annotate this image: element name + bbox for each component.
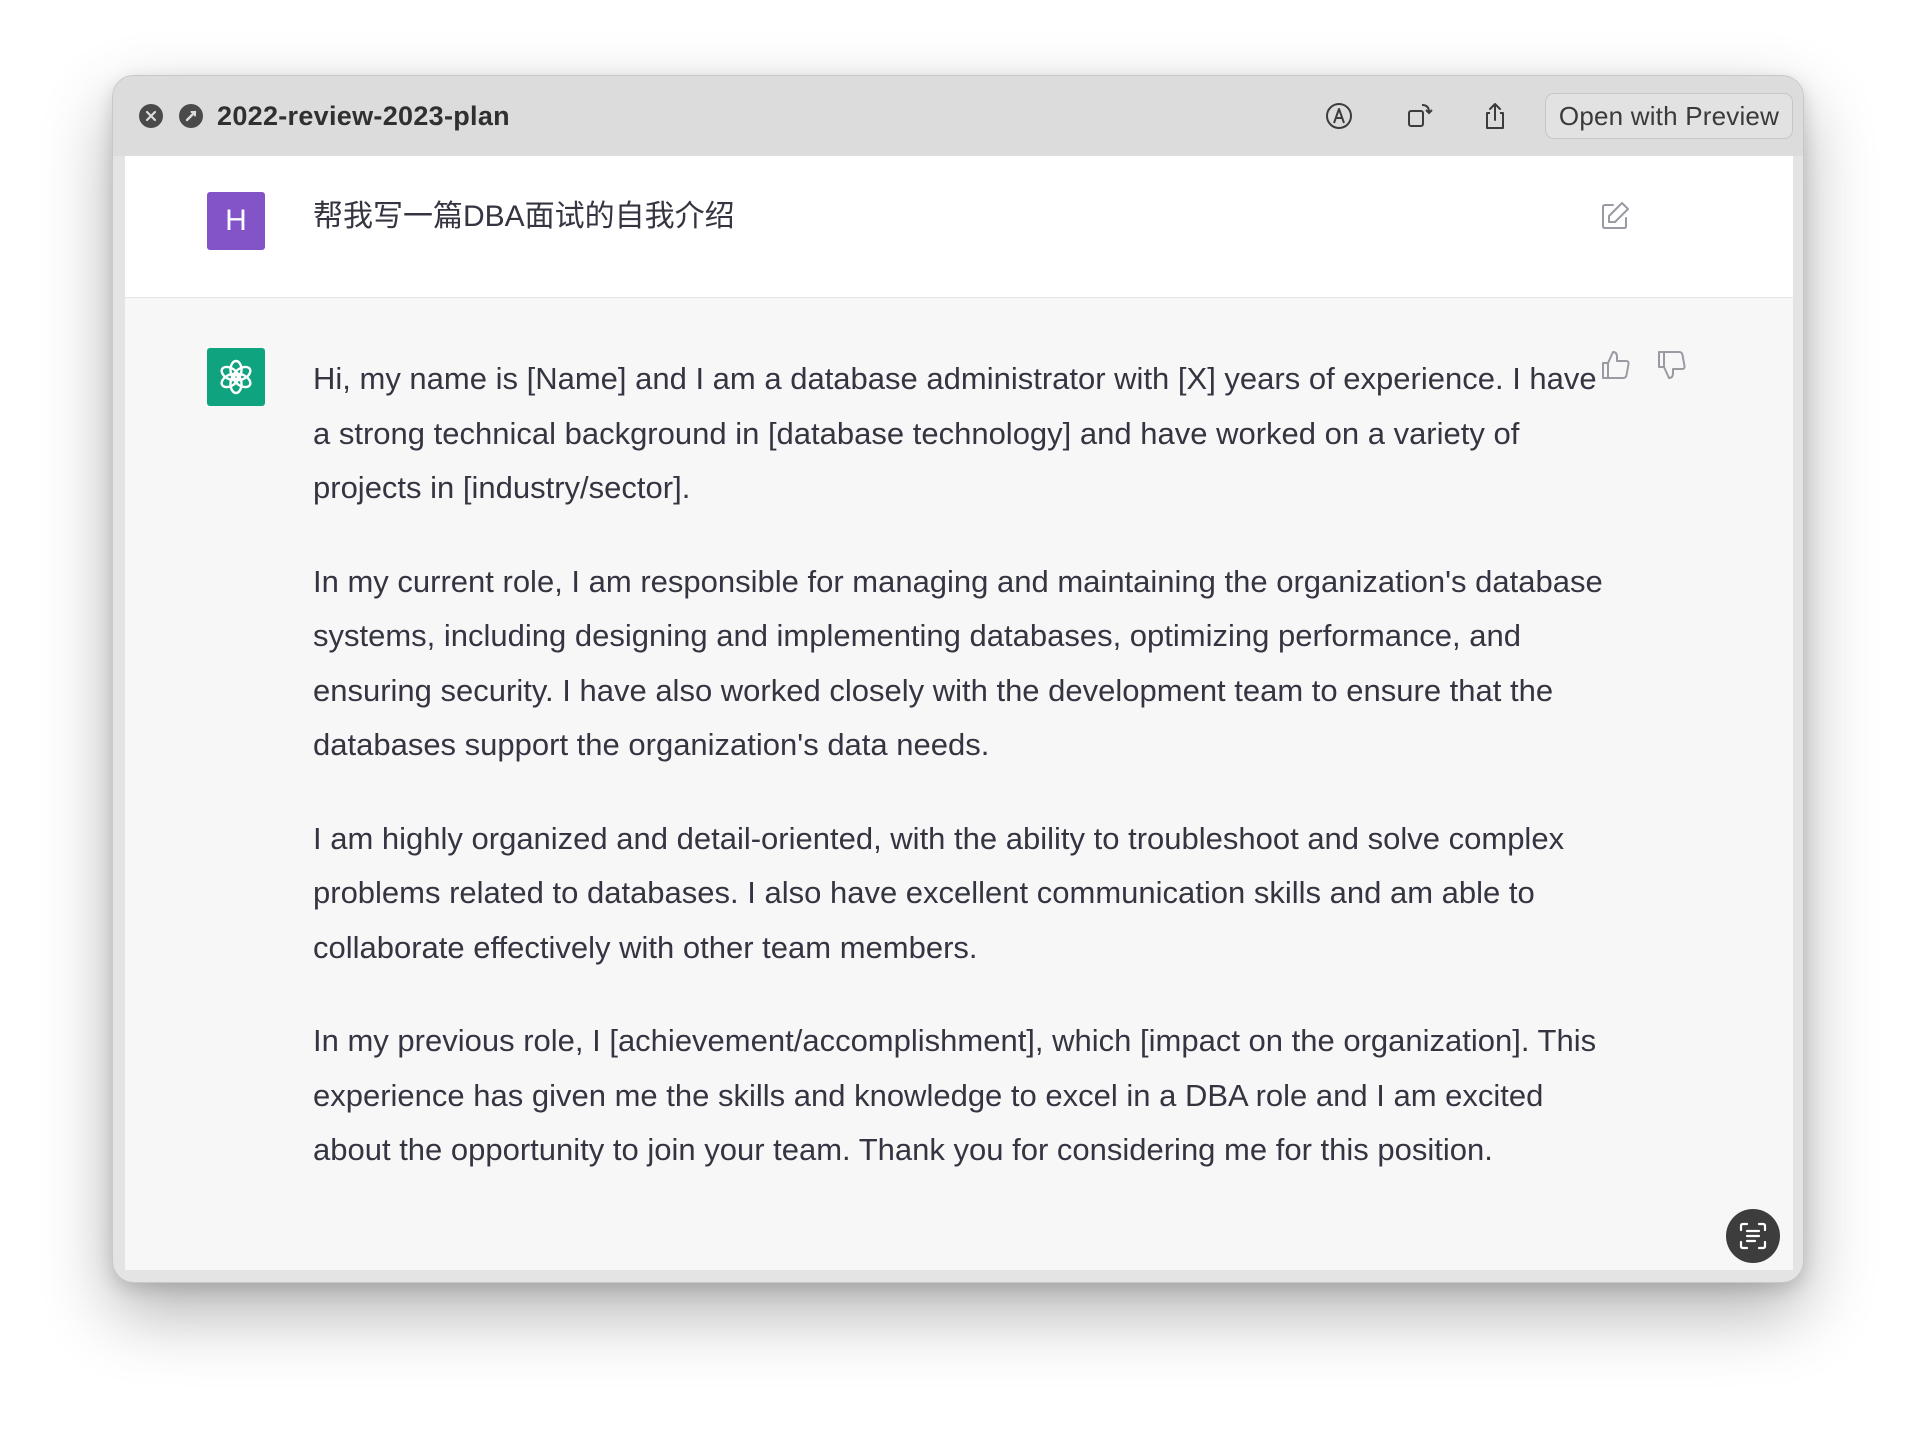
user-message-text: 帮我写一篇DBA面试的自我介绍 <box>313 200 735 233</box>
reply-paragraph: I am highly organized and detail-oriente… <box>313 820 1565 965</box>
chatgpt-logo-icon <box>220 359 252 395</box>
quicklook-window: 2022-review-2023-plan Open with Preview … <box>112 75 1804 1283</box>
thumbs-down-icon[interactable] <box>1655 348 1689 387</box>
rotate-icon[interactable] <box>1401 98 1437 134</box>
assistant-reply: Hi, my name is [Name] and I am a databas… <box>313 352 1613 1217</box>
user-avatar: H <box>207 192 265 250</box>
open-with-preview-button[interactable]: Open with Preview <box>1545 93 1793 139</box>
share-icon[interactable] <box>1477 98 1513 134</box>
reply-paragraph: In my previous role, I [achievement/acco… <box>313 1023 1597 1167</box>
assistant-avatar <box>207 348 265 406</box>
markup-icon[interactable] <box>1321 98 1357 134</box>
chat-content: H 帮我写一篇DBA面试的自我介绍 Hi, my name is [Name] … <box>125 156 1793 1270</box>
reply-paragraph: In my current role, I am responsible for… <box>313 563 1603 763</box>
close-icon[interactable] <box>139 104 163 128</box>
user-message-block: H 帮我写一篇DBA面试的自我介绍 <box>125 156 1793 298</box>
reply-paragraph: Hi, my name is [Name] and I am a databas… <box>313 361 1597 505</box>
fullscreen-icon[interactable] <box>179 104 203 128</box>
thumbs-up-icon[interactable] <box>1599 348 1633 387</box>
title-bar: 2022-review-2023-plan Open with Preview <box>113 76 1803 156</box>
window-title: 2022-review-2023-plan <box>217 101 510 131</box>
edit-icon[interactable] <box>1599 200 1631 237</box>
live-text-icon[interactable] <box>1726 1209 1780 1263</box>
